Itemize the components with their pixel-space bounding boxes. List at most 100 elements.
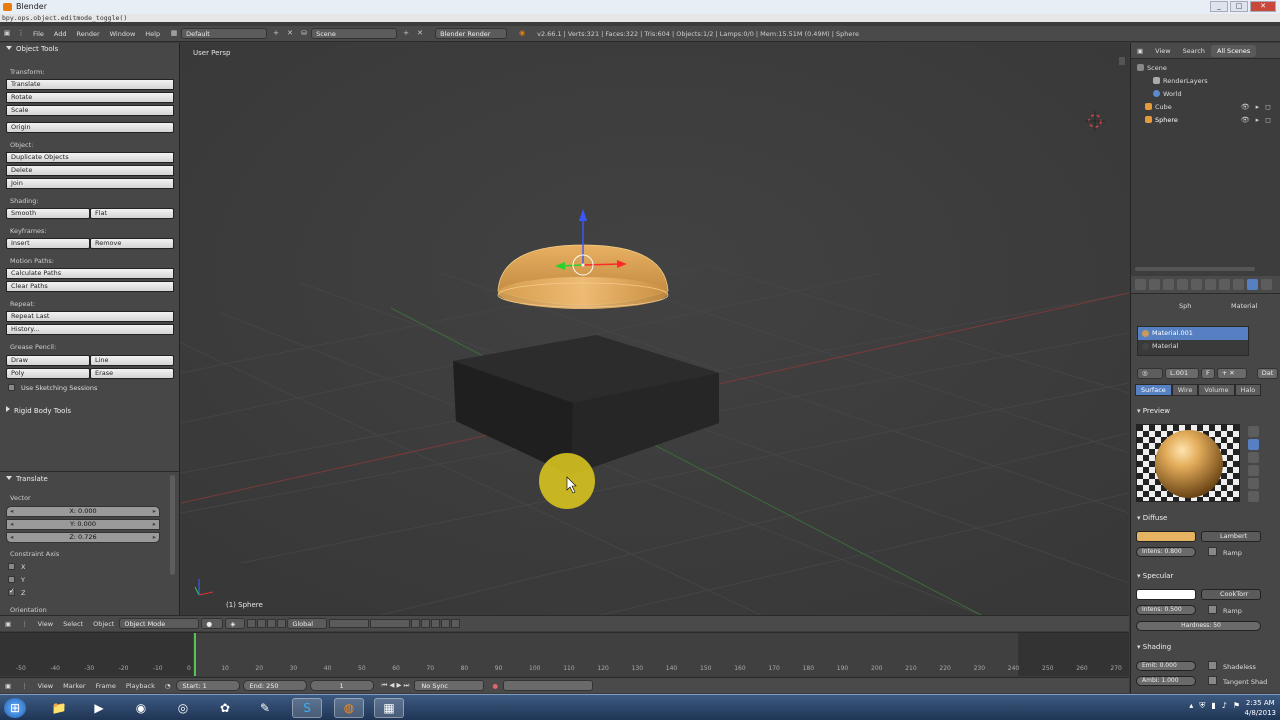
remove-keyframe-button[interactable]: Remove [90, 238, 174, 249]
history-button[interactable]: History... [6, 324, 174, 335]
preview-hair-icon[interactable] [1248, 478, 1259, 489]
menu-collapse-icon[interactable]: ⋮ [16, 620, 33, 628]
line-button[interactable]: Line [90, 355, 174, 366]
rotate-manipulator-toggle[interactable] [267, 619, 277, 628]
skype-icon[interactable]: S [292, 698, 322, 718]
flat-button[interactable]: Flat [90, 208, 174, 219]
editor-type-icon[interactable]: ▣ [1131, 47, 1149, 55]
diffuse-panel-header[interactable]: Diffuse [1137, 514, 1168, 522]
join-button[interactable]: Join [6, 178, 174, 189]
paint-icon[interactable]: ✿ [210, 698, 240, 718]
orientation-select[interactable]: Global [287, 618, 328, 629]
tab-halo[interactable]: Halo [1234, 384, 1262, 396]
poly-button[interactable]: Poly [6, 368, 90, 379]
menu-marker[interactable]: Marker [58, 682, 90, 690]
tab-volume[interactable]: Volume [1198, 384, 1235, 396]
menu-object[interactable]: Object [88, 620, 119, 628]
menu-view[interactable]: View [33, 682, 58, 690]
menu-frame[interactable]: Frame [91, 682, 121, 690]
shading-select[interactable]: ● [201, 618, 224, 629]
remove-scene-icon[interactable]: ✕ [415, 29, 425, 38]
blender-icon[interactable]: ◍ [334, 698, 364, 718]
link-data-select[interactable]: Dat [1256, 368, 1279, 379]
constraints-tab-icon[interactable] [1205, 279, 1216, 290]
repeat-last-button[interactable]: Repeat Last [6, 311, 174, 322]
translate-button[interactable]: Translate [6, 79, 174, 90]
snap-icon[interactable] [421, 619, 431, 628]
shadeless-checkbox[interactable]: Shadeless [1208, 661, 1256, 671]
origin-button[interactable]: Origin [6, 122, 174, 133]
tool-shelf-scrollbar[interactable] [170, 475, 175, 575]
menu-window[interactable]: Window [105, 30, 141, 38]
menu-select[interactable]: Select [58, 620, 88, 628]
3d-viewport[interactable]: User Persp (1) Sphere [181, 43, 1129, 615]
notepad-icon[interactable]: ✎ [250, 698, 280, 718]
vector-z-field[interactable]: Z: 0.726 [6, 532, 160, 543]
specular-ramp-checkbox[interactable]: Ramp [1208, 605, 1242, 615]
specular-shader-select[interactable]: CookTorr [1201, 589, 1261, 600]
tray-network-icon[interactable]: ▮ [1211, 701, 1215, 711]
tray-flag-icon[interactable]: ⚑ [1233, 701, 1240, 711]
scale-button[interactable]: Scale [6, 105, 174, 116]
editor-type-icon[interactable]: ▣ [0, 682, 16, 690]
outliner-row-sphere[interactable]: Sphere 👁▸◻ [1131, 114, 1280, 127]
preview-range-icon[interactable]: ◔ [160, 682, 176, 690]
outliner-row-renderlayers[interactable]: RenderLayers [1131, 75, 1280, 88]
playback-controls[interactable]: ⏮ ◀ ▶ ⏭ [377, 681, 415, 690]
delete-button[interactable]: Delete [6, 165, 174, 176]
menu-view[interactable]: View [33, 620, 58, 628]
remove-layout-icon[interactable]: ✕ [285, 29, 295, 38]
scene-field[interactable]: Scene [311, 28, 398, 39]
constraint-y-checkbox[interactable] [8, 576, 15, 583]
menu-add[interactable]: Add [49, 30, 72, 38]
diffuse-color-swatch[interactable] [1136, 531, 1196, 542]
outliner-menu-search[interactable]: Search [1177, 47, 1211, 55]
diffuse-intensity-field[interactable]: Intens: 0.800 [1136, 547, 1196, 557]
specular-panel-header[interactable]: Specular [1137, 572, 1174, 580]
keying-set-field[interactable] [503, 680, 594, 691]
constraint-z-checkbox[interactable] [8, 587, 15, 596]
specular-color-swatch[interactable] [1136, 589, 1196, 600]
object-tab-icon[interactable] [1191, 279, 1202, 290]
render-tab-icon[interactable] [1135, 279, 1146, 290]
material-slot-list[interactable]: Material.001 Material [1137, 326, 1249, 356]
layer-buttons-2[interactable] [370, 619, 411, 628]
tab-surface[interactable]: Surface [1135, 384, 1172, 396]
render-anim-icon[interactable] [451, 619, 461, 628]
menu-render[interactable]: Render [71, 30, 104, 38]
smooth-button[interactable]: Smooth [6, 208, 90, 219]
menu-playback[interactable]: Playback [121, 682, 160, 690]
current-frame-field[interactable]: 1 [309, 680, 374, 691]
scene-tab-icon[interactable] [1163, 279, 1174, 290]
insert-keyframe-button[interactable]: Insert [6, 238, 90, 249]
mode-select[interactable]: Object Mode [119, 618, 200, 629]
visibility-icons[interactable]: 👁▸◻ [1241, 114, 1277, 127]
close-button[interactable]: ✕ [1250, 1, 1276, 12]
windows-start-icon[interactable]: ⊞ [4, 698, 26, 718]
tangent-shading-checkbox[interactable]: Tangent Shad [1208, 676, 1267, 686]
minimize-button[interactable]: _ [1210, 1, 1228, 12]
timeline-editor[interactable]: -50 -40 -30 -20 -10 0 10 20 30 40 50 60 70 80 90 100 110… [0, 632, 1129, 676]
preview-monkey-icon[interactable] [1248, 465, 1259, 476]
outliner-row-scene[interactable]: Scene [1131, 62, 1280, 75]
scene-icon[interactable]: ⛁ [299, 29, 309, 38]
add-scene-icon[interactable]: + [401, 29, 411, 38]
material-browse-icon[interactable]: ◎ [1137, 368, 1163, 379]
world-tab-icon[interactable] [1177, 279, 1188, 290]
material-slot[interactable]: Material [1138, 340, 1248, 353]
hardness-field[interactable]: Hardness: 50 [1136, 621, 1261, 631]
snap-element-icon[interactable] [431, 619, 441, 628]
preview-flat-icon[interactable] [1248, 426, 1259, 437]
preview-sphere-icon[interactable] [1248, 439, 1259, 450]
calculate-paths-button[interactable]: Calculate Paths [6, 268, 174, 279]
vector-y-field[interactable]: Y: 0.000 [6, 519, 160, 530]
screen-layout-field[interactable]: Default [181, 28, 268, 39]
viewport-corner-widget[interactable] [1119, 57, 1125, 65]
outliner-row-cube[interactable]: Cube 👁▸◻ [1131, 101, 1280, 114]
sync-select[interactable]: No Sync [414, 680, 485, 691]
app-icon[interactable]: ◎ [168, 698, 198, 718]
sketching-checkbox[interactable] [8, 384, 15, 391]
screen-layout-icon[interactable]: ▦ [169, 29, 179, 38]
shading-panel-header[interactable]: Shading [1137, 643, 1171, 651]
media-player-icon[interactable]: ▶ [84, 698, 114, 718]
